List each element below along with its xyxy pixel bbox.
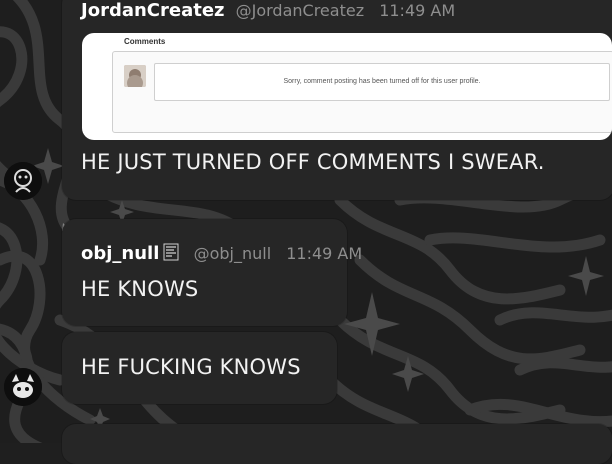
- message-text: HE FUCKING KNOWS: [81, 355, 301, 379]
- message-text: HE JUST TURNED OFF COMMENTS I SWEAR.: [81, 150, 545, 174]
- avatar-obj-null[interactable]: [4, 368, 42, 406]
- embedded-screenshot[interactable]: Comments Sorry, comment posting has been…: [82, 33, 612, 140]
- author-name[interactable]: JordanCreatez: [81, 0, 225, 21]
- message-bubble-obj-null: [62, 219, 347, 326]
- message-bubble-partial: [62, 424, 612, 464]
- embed-comments-title: Comments: [124, 37, 166, 46]
- glitch-badge-icon: [163, 243, 179, 261]
- message-header: obj_null @obj_null 11:49 AM: [81, 241, 362, 264]
- message-text: HE KNOWS: [81, 277, 199, 301]
- message-header: JordanCreatez @JordanCreatez 11:49 AM: [81, 0, 455, 21]
- embed-notice: Sorry, comment posting has been turned o…: [154, 63, 610, 101]
- author-handle[interactable]: @obj_null: [194, 244, 272, 263]
- avatar-jordancreatez[interactable]: [4, 162, 42, 200]
- message-timestamp: 11:49 AM: [286, 244, 363, 263]
- message-timestamp: 11:49 AM: [379, 1, 456, 20]
- embed-avatar-image: [124, 65, 146, 87]
- author-handle[interactable]: @JordanCreatez: [236, 1, 364, 20]
- author-name[interactable]: obj_null: [81, 243, 159, 264]
